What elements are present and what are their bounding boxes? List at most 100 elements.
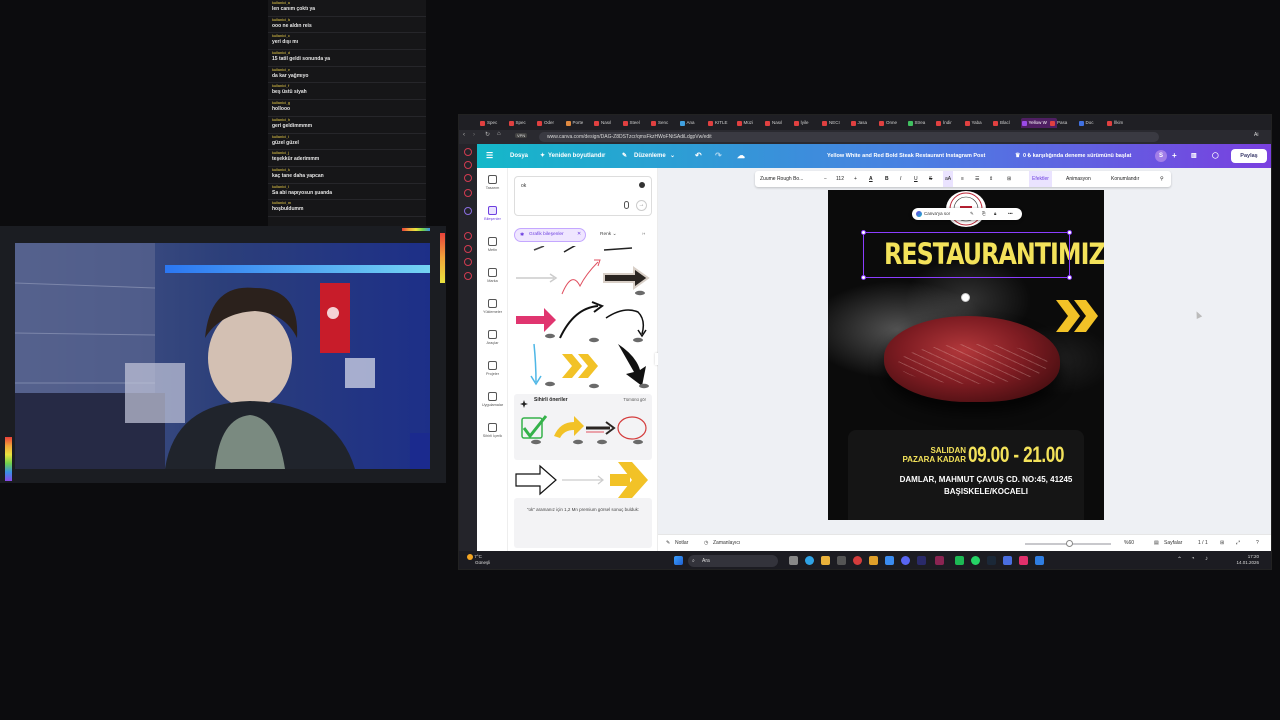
sidebar-app-icon[interactable] <box>464 245 472 253</box>
ask-canva-button[interactable]: Canva'ya sor ✎ ⎘ 🔒︎ ••• <box>912 208 1022 220</box>
instagram-icon[interactable] <box>1019 556 1028 565</box>
browser-tab[interactable]: Spec <box>479 118 505 128</box>
menu-icon[interactable]: ☰ <box>486 144 493 168</box>
store-icon[interactable] <box>837 556 846 565</box>
tool-yüklemeler[interactable]: Yüklemeler <box>477 299 508 314</box>
strikethrough-icon[interactable]: S <box>929 171 932 187</box>
app-icon[interactable] <box>1003 556 1012 565</box>
vpn-badge[interactable]: VPN <box>515 133 528 138</box>
timer-icon[interactable]: ◷ <box>704 535 708 552</box>
sidebar-app-icon[interactable] <box>464 174 472 182</box>
browser-tab[interactable]: Nasıl <box>593 118 619 128</box>
browser-tab[interactable]: İndir <box>935 118 961 128</box>
home-icon[interactable]: ⌂ <box>497 131 501 137</box>
task-view-icon[interactable] <box>789 556 798 565</box>
help-icon[interactable]: ? <box>1256 535 1259 552</box>
tool-tasarım[interactable]: Tasarım <box>477 175 508 190</box>
letter-case-icon[interactable]: aA <box>943 171 954 187</box>
comment-icon[interactable]: ◯ <box>1212 144 1219 168</box>
share-button[interactable]: Paylaş <box>1231 149 1267 163</box>
browser-tab[interactable]: Pasa <box>1049 118 1075 128</box>
browser-tab[interactable]: Yaba <box>964 118 990 128</box>
browser-tab[interactable]: Senc <box>650 118 676 128</box>
sidebar-app-icon[interactable] <box>464 207 472 215</box>
taskbar-search[interactable]: ⌕ Ara <box>688 555 778 567</box>
tool-sihirli-i̇çerik[interactable]: Sihirli İçerik <box>477 423 508 438</box>
lock-icon[interactable]: 🔒︎ <box>994 208 996 220</box>
arrow-right-icon[interactable]: → <box>636 200 647 211</box>
list-icon[interactable]: ☰ <box>975 171 979 187</box>
sidebar-app-icon[interactable] <box>464 232 472 240</box>
hours-card[interactable]: SALIDAN PAZARA KADAR 09.00 - 21.00 DAMLA… <box>848 430 1084 520</box>
reload-icon[interactable]: ↻ <box>485 131 490 138</box>
effects-button[interactable]: Efektler <box>1029 171 1052 187</box>
avatar[interactable]: S <box>1155 150 1167 162</box>
arrow-graphic-pink[interactable] <box>516 308 556 332</box>
zoom-slider-knob[interactable] <box>1066 540 1073 547</box>
browser-tab[interactable]: Ana <box>679 118 705 128</box>
browser-tab[interactable]: NECI <box>821 118 847 128</box>
arrow-graphic-yellow-chevron[interactable] <box>610 462 648 498</box>
opera-gx-icon[interactable] <box>935 556 944 565</box>
sidebar-app-icon[interactable] <box>464 189 472 197</box>
start-icon[interactable] <box>674 556 683 565</box>
microphone-icon[interactable] <box>624 201 629 209</box>
cloud-saved-icon[interactable]: ☁ <box>737 144 745 168</box>
arrow-graphic-yellow-chevrons[interactable] <box>562 354 598 378</box>
copy-icon[interactable]: ⎘ <box>982 208 986 220</box>
opera-icon[interactable] <box>853 556 862 565</box>
notes-button[interactable]: Notlar <box>675 535 688 552</box>
bold-icon[interactable]: B <box>885 171 889 187</box>
pages-button[interactable]: Sayfalar <box>1164 535 1182 552</box>
browser-tab[interactable]: KITLE <box>707 118 733 128</box>
system-clock[interactable]: 17:20 14.01.2026 <box>1236 554 1259 566</box>
tray-chevron-icon[interactable]: ⌃ <box>1177 556 1182 563</box>
clear-search-icon[interactable] <box>639 182 645 188</box>
color-filter-dropdown[interactable]: Renk ⌄ <box>600 228 617 242</box>
close-icon[interactable]: ✕ <box>577 229 581 241</box>
underline-icon[interactable]: U <box>914 171 918 187</box>
browser-tab[interactable]: Jasa <box>850 118 876 128</box>
arrow-graphic-red-curve[interactable] <box>561 259 601 295</box>
forward-icon[interactable]: › <box>473 132 475 138</box>
spacing-icon[interactable]: ⇕ <box>989 171 993 187</box>
arrow-graphic-blue-down[interactable] <box>530 343 542 386</box>
tool-metin[interactable]: Metin <box>477 237 508 252</box>
paint-format-icon[interactable]: ⚲ <box>1160 171 1164 187</box>
arrow-graphic-loop[interactable] <box>605 309 647 338</box>
edge-icon[interactable] <box>805 556 814 565</box>
file-explorer-icon[interactable] <box>821 556 830 565</box>
add-icon[interactable]: + <box>1172 144 1177 168</box>
tool-uygulamalar[interactable]: Uygulamalar <box>477 392 508 407</box>
browser-tab[interactable]: Spec <box>508 118 534 128</box>
network-icon[interactable]: ◔ <box>1191 556 1195 562</box>
more-filters-button[interactable]: ›› <box>642 228 645 242</box>
file-menu[interactable]: Dosya <box>510 144 528 168</box>
resize-button[interactable]: Yeniden boyutlandır <box>548 144 605 168</box>
browser-tab[interactable]: Oder <box>536 118 562 128</box>
weather-widget[interactable]: 7°C Güneşli <box>467 554 490 566</box>
url-field[interactable]: www.canva.com/design/DAG-Z8DSTzcr/qmsFkz… <box>539 132 1159 142</box>
vertical-text-icon[interactable]: ⊞ <box>1007 171 1011 187</box>
tool-projeler[interactable]: Projeler <box>477 361 508 376</box>
arrow-graphic-thin[interactable] <box>516 273 558 283</box>
yellow-chevron-graphic[interactable] <box>1054 298 1104 334</box>
tool-marka[interactable]: Marka <box>477 268 508 283</box>
sidebar-app-icon[interactable] <box>464 148 472 156</box>
volume-icon[interactable]: ♪ <box>1205 556 1208 562</box>
browser-tab[interactable]: Doc <box>1078 118 1104 128</box>
align-icon[interactable]: ≡ <box>961 171 964 187</box>
sidebar-app-icon[interactable] <box>464 161 472 169</box>
more-options-icon[interactable]: ••• <box>1008 208 1013 220</box>
browser-tab[interactable]: Müzi <box>736 118 762 128</box>
arrow-graphic-black-down[interactable] <box>618 344 646 386</box>
position-button[interactable]: Konumlandır <box>1111 171 1139 187</box>
design-title[interactable]: Yellow White and Red Bold Steak Restaura… <box>827 144 985 168</box>
arrow-graphic-block[interactable] <box>603 266 650 290</box>
resize-handle[interactable] <box>1067 275 1072 280</box>
sidebar-app-icon[interactable] <box>464 258 472 266</box>
back-icon[interactable]: ‹ <box>463 132 465 138</box>
resize-handle[interactable] <box>1067 230 1072 235</box>
mail-icon[interactable] <box>885 556 894 565</box>
ai-button[interactable]: Ai <box>1254 132 1258 138</box>
